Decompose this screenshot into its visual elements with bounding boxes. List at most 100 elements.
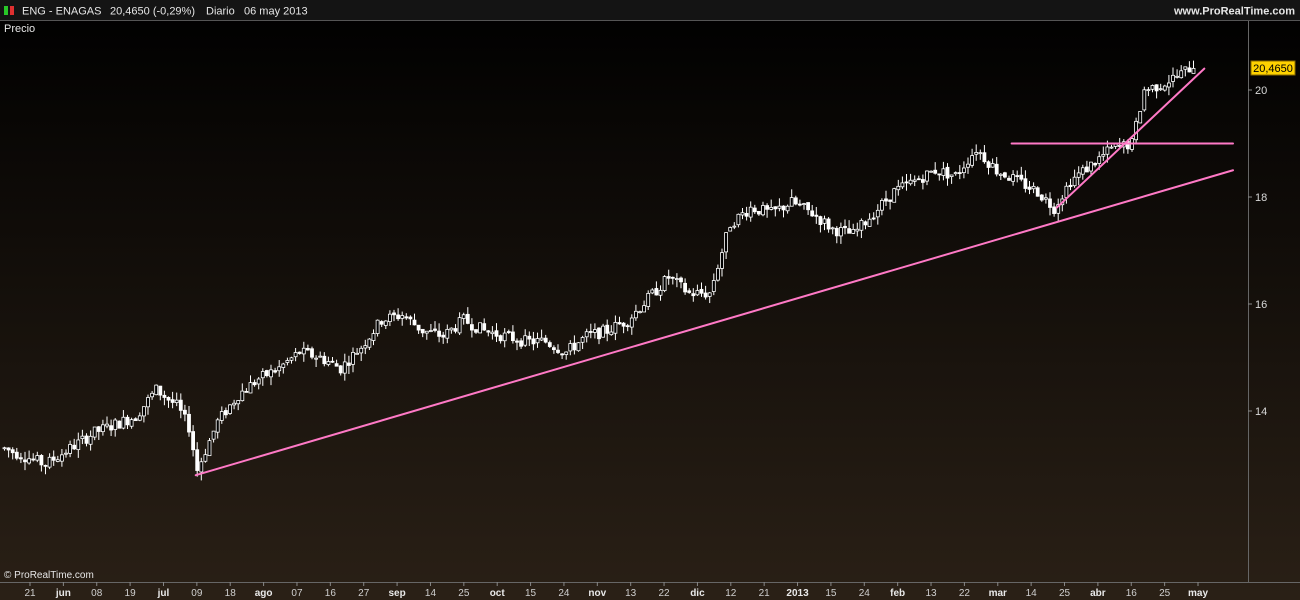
candle-body bbox=[650, 289, 655, 294]
candle-body bbox=[1052, 206, 1056, 214]
candle-body bbox=[412, 319, 417, 326]
candle-body bbox=[597, 327, 601, 340]
candle-body bbox=[490, 331, 495, 335]
candle-body bbox=[982, 152, 987, 163]
candle-body bbox=[396, 314, 401, 320]
candle-body bbox=[945, 166, 950, 179]
candle-body bbox=[334, 363, 339, 367]
candle-body bbox=[88, 435, 93, 445]
candle-body bbox=[31, 458, 36, 461]
candle-body bbox=[834, 227, 839, 237]
candle-body bbox=[14, 451, 19, 459]
x-tick-label: feb bbox=[890, 588, 905, 599]
candle-body bbox=[314, 357, 319, 360]
x-tick-label: 15 bbox=[525, 588, 537, 599]
indicator-green-icon bbox=[4, 6, 8, 15]
candle-body bbox=[785, 205, 790, 212]
candle-body bbox=[96, 426, 101, 432]
candle-body bbox=[433, 328, 437, 331]
candle-body bbox=[839, 227, 843, 237]
candle-body bbox=[301, 347, 306, 355]
candle-body bbox=[683, 282, 687, 293]
candle-body bbox=[1191, 67, 1196, 74]
candle-body bbox=[822, 218, 827, 224]
candle-body bbox=[72, 444, 77, 450]
x-tick-label: 22 bbox=[959, 588, 971, 599]
candle-body bbox=[129, 419, 134, 427]
candle-body bbox=[424, 330, 429, 334]
candle-body bbox=[223, 410, 228, 416]
candle-body bbox=[445, 329, 450, 339]
candle-body bbox=[863, 221, 868, 226]
candle-body bbox=[510, 331, 515, 342]
candle-body bbox=[912, 179, 917, 182]
candle-body bbox=[843, 225, 847, 229]
x-tick-label: 24 bbox=[558, 588, 570, 599]
candle-body bbox=[761, 205, 765, 216]
candle-body bbox=[211, 430, 216, 440]
candle-body bbox=[154, 384, 159, 396]
price-chart[interactable]: ENG - ENAGAS 20,4650 (-0,29%) Diario 06 … bbox=[0, 0, 1300, 600]
candle-body bbox=[986, 161, 991, 168]
brand-link[interactable]: www.ProRealTime.com bbox=[1173, 6, 1295, 18]
candle-body bbox=[457, 317, 462, 334]
candle-body bbox=[990, 163, 995, 168]
candle-body bbox=[629, 317, 634, 328]
candle-body bbox=[371, 333, 376, 341]
candle-body bbox=[387, 313, 392, 323]
candle-body bbox=[1105, 146, 1110, 155]
x-tick-label: may bbox=[1188, 588, 1208, 599]
candle-body bbox=[716, 267, 720, 281]
candle-body bbox=[1109, 146, 1114, 149]
candle-body bbox=[777, 205, 782, 209]
candle-body bbox=[498, 335, 503, 342]
candle-body bbox=[375, 319, 380, 334]
candle-body bbox=[752, 207, 757, 213]
candle-body bbox=[105, 423, 109, 427]
candle-body bbox=[187, 413, 191, 433]
x-tick-label: 21 bbox=[759, 588, 771, 599]
candle-body bbox=[195, 449, 200, 471]
candle-body bbox=[121, 416, 126, 429]
candle-body bbox=[941, 168, 946, 176]
candle-body bbox=[1179, 70, 1184, 79]
candle-body bbox=[880, 200, 884, 211]
copyright-label: © ProRealTime.com bbox=[4, 570, 94, 581]
candle-body bbox=[1080, 167, 1085, 175]
candle-body bbox=[199, 461, 204, 473]
candle-body bbox=[851, 229, 856, 234]
candle-body bbox=[1142, 89, 1147, 111]
x-tick-label: 19 bbox=[125, 588, 137, 599]
y-tick-label: 16 bbox=[1255, 299, 1267, 311]
candle-body bbox=[543, 337, 548, 343]
candle-body bbox=[166, 396, 171, 401]
candle-body bbox=[404, 316, 409, 319]
candle-body bbox=[601, 325, 605, 338]
candle-body bbox=[625, 325, 630, 328]
candle-body bbox=[916, 178, 921, 181]
x-tick-label: 25 bbox=[1159, 588, 1171, 599]
candle-body bbox=[855, 228, 860, 232]
candle-body bbox=[953, 172, 958, 175]
candle-body bbox=[888, 199, 892, 202]
candle-body bbox=[342, 361, 347, 374]
candle-body bbox=[781, 205, 786, 211]
candle-body bbox=[527, 335, 532, 340]
candle-body bbox=[228, 404, 232, 414]
candle-body bbox=[847, 228, 851, 234]
candle-body bbox=[547, 342, 552, 347]
y-tick-label: 18 bbox=[1255, 192, 1267, 204]
last-price-label: 20,4650 bbox=[1253, 63, 1293, 75]
candle-body bbox=[687, 290, 692, 293]
candle-body bbox=[670, 276, 675, 279]
x-tick-label: 21 bbox=[24, 588, 36, 599]
candle-body bbox=[711, 280, 716, 292]
candle-body bbox=[47, 456, 52, 468]
candle-body bbox=[699, 288, 704, 294]
price-change: 20,4650 (-0,29%) bbox=[110, 6, 195, 18]
candle-body bbox=[1150, 85, 1155, 90]
candle-body bbox=[277, 366, 282, 372]
candle-body bbox=[966, 163, 970, 168]
candle-body bbox=[859, 220, 864, 231]
candle-body bbox=[60, 454, 64, 462]
